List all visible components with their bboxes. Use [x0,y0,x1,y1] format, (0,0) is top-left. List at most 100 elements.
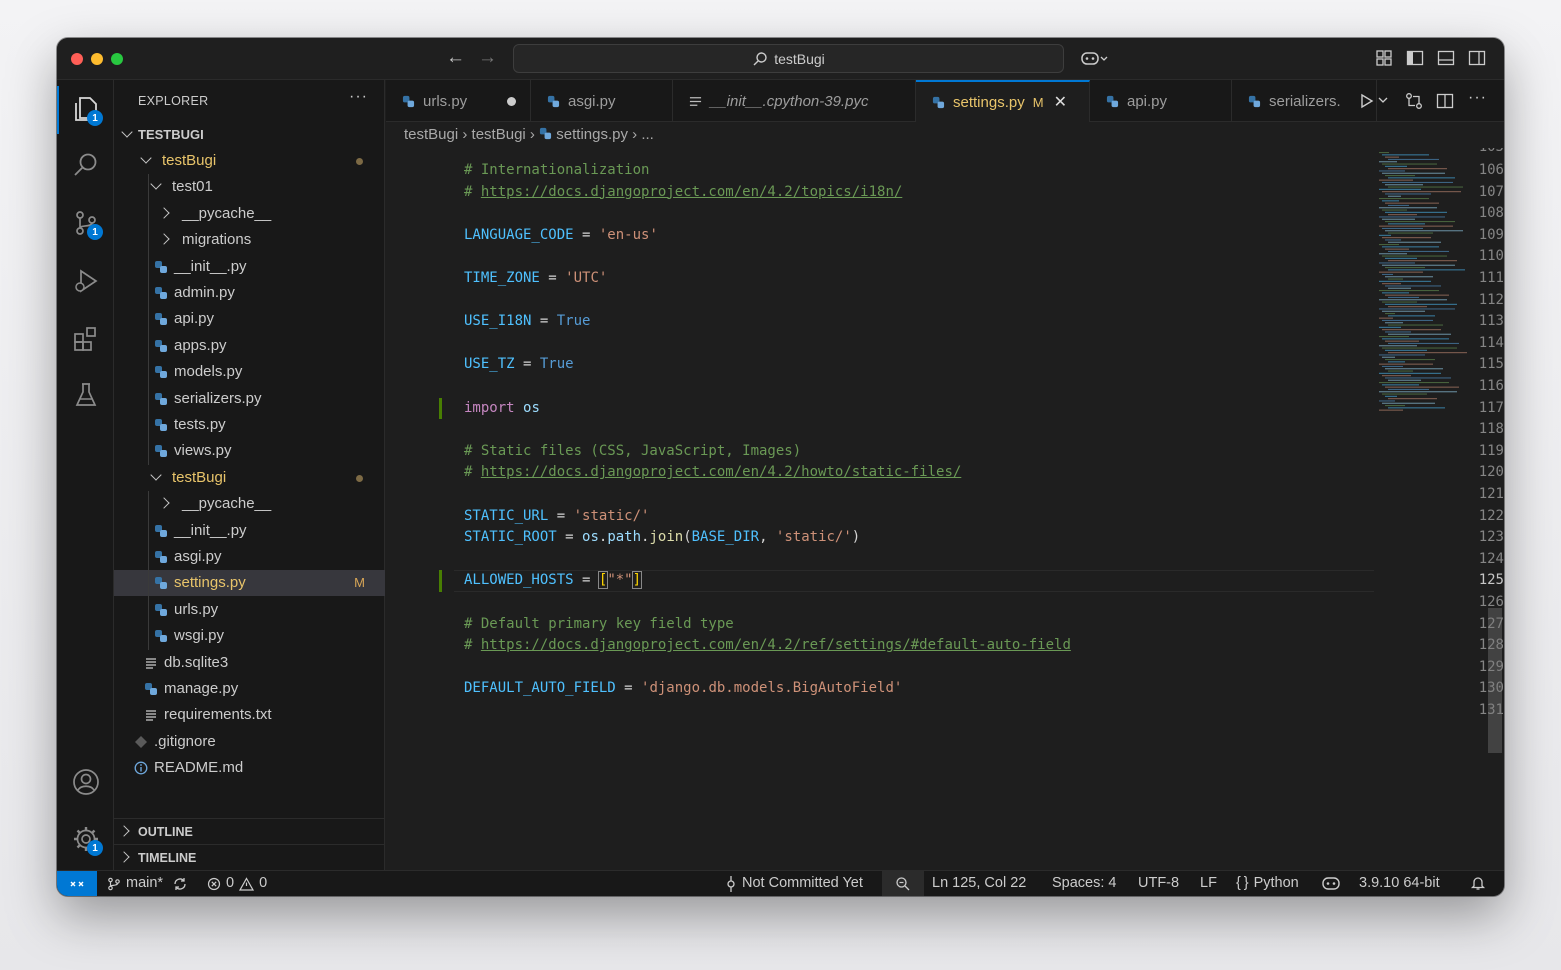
tree-item[interactable]: migrations [114,227,385,253]
outline-section[interactable]: OUTLINE [114,818,385,844]
code-editor[interactable]: 105 106# Internationalization107# https:… [386,148,1504,870]
workspace-root[interactable]: TESTBUGI [114,122,385,148]
python-interpreter[interactable]: 3.9.10 64-bit [1359,871,1440,896]
toggle-panel-icon[interactable] [1437,49,1455,67]
git-blame-indicator[interactable]: Not Committed Yet [725,871,863,896]
tree-item[interactable]: settings.py M [114,570,385,597]
tree-item[interactable]: .gitignore [114,729,385,755]
extensions-activity[interactable] [67,320,105,358]
python-icon [155,366,167,379]
minimize-window-button[interactable] [91,53,103,65]
sync-icon[interactable] [172,876,188,892]
problems-indicator[interactable]: 0 0 [207,871,267,896]
tree-item[interactable]: manage.py [114,676,385,702]
end-of-line[interactable]: LF [1200,871,1217,896]
code-line: # https://docs.djangoproject.com/en/4.2/… [464,182,902,204]
tree-item[interactable]: tests.py [114,412,385,438]
breadcrumb-item[interactable]: testBugi [404,126,458,143]
minimap-line [1388,388,1429,390]
editor-tab[interactable]: __init__.cpython-39.pyc [673,80,916,122]
code-token: https://docs.djangoproject.com/en/4.2/re… [480,637,1071,654]
breadcrumb-item[interactable]: testBugi [472,126,526,143]
editor-tab[interactable]: serializers. [1232,80,1377,122]
tab-label: __init__.cpython-39.pyc [710,92,869,110]
editor-tab[interactable]: api.py [1090,80,1232,122]
tree-item-label: wsgi.py [174,627,225,645]
copilot-icon[interactable] [1080,49,1108,67]
bell-icon[interactable] [1470,875,1486,891]
git-added-marker [439,397,442,420]
copilot-status-icon[interactable] [1321,875,1341,891]
vertical-scrollbar[interactable] [1488,608,1502,753]
code-line: LANGUAGE_CODE = 'en-us' [464,225,658,247]
indentation[interactable]: Spaces: 4 [1052,871,1117,896]
split-editor-icon[interactable] [1436,92,1454,110]
toggle-primary-sidebar-icon[interactable] [1406,49,1424,67]
tree-item[interactable]: test01 [114,174,385,200]
tree-item[interactable]: __pycache__ [114,491,385,517]
code-line: # Static files (CSS, JavaScript, Images) [464,441,801,463]
tree-item[interactable]: api.py [114,306,385,332]
tree-item[interactable]: requirements.txt [114,702,385,728]
editor-tab[interactable]: settings.py M ✕ [916,80,1090,122]
maximize-window-button[interactable] [111,53,123,65]
language-mode[interactable]: { } Python [1236,871,1299,896]
tree-item[interactable]: asgi.py [114,544,385,570]
source-control-activity[interactable]: 1 [67,204,105,242]
tree-item[interactable]: wsgi.py [114,623,385,649]
tree-item[interactable]: serializers.py [114,386,385,412]
tree-item[interactable]: db.sqlite3 [114,650,385,676]
tree-item[interactable]: __pycache__ [114,201,385,227]
customize-layout-icon[interactable] [1375,49,1393,67]
tree-item[interactable]: urls.py [114,597,385,623]
tree-item[interactable]: __init__.py [114,518,385,544]
zoom-indicator[interactable] [882,871,924,896]
testing-activity[interactable] [67,376,105,414]
close-window-button[interactable] [71,53,83,65]
editor-tab[interactable]: asgi.py [531,80,673,122]
code-token: USE_I18N [464,313,532,330]
tree-item[interactable]: models.py [114,359,385,385]
tree-item[interactable]: testBugi [114,465,385,491]
toggle-secondary-sidebar-icon[interactable] [1468,49,1486,67]
encoding[interactable]: UTF-8 [1138,871,1179,896]
minimap-line [1382,319,1433,321]
breadcrumb-item[interactable]: ... [641,126,654,143]
branch-indicator[interactable]: main* [107,871,188,896]
accounts-activity[interactable] [67,763,105,801]
chevron-down-icon[interactable] [1378,95,1388,105]
breadcrumb-item[interactable]: settings.py [556,126,628,143]
tree-item[interactable]: README.md [114,755,385,781]
run-debug-activity[interactable] [67,262,105,300]
cursor-position[interactable]: Ln 125, Col 22 [932,871,1026,896]
minimap-line [1388,214,1417,216]
search-activity[interactable] [67,146,105,184]
editor-tab[interactable]: urls.py [386,80,531,122]
code-line: USE_I18N = True [464,311,590,333]
more-actions-icon[interactable]: ··· [349,88,368,106]
forward-arrow-icon[interactable]: → [478,48,497,68]
tree-item[interactable]: apps.py [114,333,385,359]
tree-item[interactable]: testBugi [114,148,385,174]
tree-item[interactable]: admin.py [114,280,385,306]
close-icon[interactable]: ✕ [1054,92,1067,112]
open-changes-icon[interactable] [1405,92,1423,110]
extensions-icon [74,327,96,351]
editor-more-icon[interactable]: ··· [1468,89,1487,107]
minimap-line [1388,379,1421,381]
tab-label: serializers. [1269,92,1341,110]
command-center-search[interactable]: testBugi [513,44,1064,73]
tree-item[interactable]: views.py [114,438,385,464]
minimap[interactable] [1376,148,1496,870]
tree-item[interactable]: __init__.py [114,254,385,280]
minimap-line [1382,237,1431,239]
explorer-activity[interactable]: 1 [67,90,105,128]
back-arrow-icon[interactable]: ← [446,48,465,68]
manage-activity[interactable]: 1 [67,820,105,858]
minimap-line [1385,202,1439,204]
remote-indicator[interactable] [57,871,97,896]
minimap-line [1388,223,1425,225]
code-token: STATIC_URL [464,507,549,524]
unsaved-dot[interactable] [507,97,516,106]
timeline-section[interactable]: TIMELINE [114,844,385,870]
